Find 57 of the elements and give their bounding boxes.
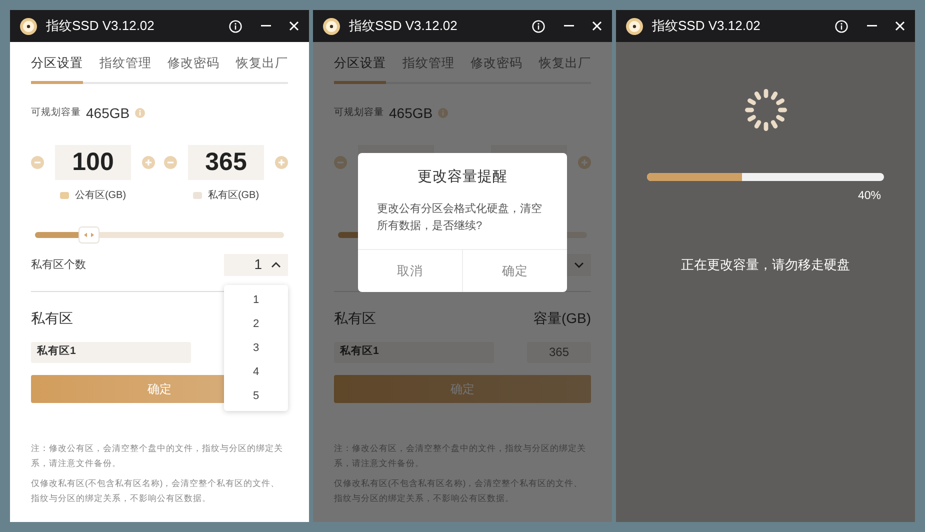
progress-percent: 40% (858, 189, 882, 204)
count-select[interactable]: 1 (224, 254, 288, 276)
info-icon[interactable] (229, 20, 242, 32)
dialog-message: 更改公有分区会格式化硬盘，清空所有数据，是否继续? (376, 202, 543, 234)
legend-label: 私有区(GB) (208, 189, 260, 204)
capacity-label: 可规划容量 (31, 106, 81, 120)
minimize-icon[interactable] (261, 25, 271, 27)
close-icon[interactable] (289, 21, 299, 31)
capacity-heading: 容量(GB) (533, 308, 591, 328)
name-field[interactable]: 私有区1 (334, 342, 494, 363)
dropdown-option[interactable]: 1 (224, 288, 288, 312)
legend-swatch (192, 192, 202, 200)
disc-logo-icon (626, 18, 643, 34)
tab[interactable]: 恢复出厂 (236, 54, 288, 84)
window-title: 指纹SSD V3.12.02 (349, 17, 458, 36)
section-heading: 私有区 (31, 308, 73, 328)
number-field[interactable]: 365 (188, 144, 264, 180)
tab[interactable]: 修改密码 (168, 54, 220, 84)
tab[interactable]: 指纹管理 (99, 54, 152, 84)
minimize-icon[interactable] (867, 25, 877, 27)
window-title: 指纹SSD V3.12.02 (652, 17, 760, 36)
plus-icon[interactable] (578, 156, 591, 169)
capacity-value: 465GB (389, 104, 433, 123)
minimize-icon[interactable] (564, 25, 574, 27)
name-field[interactable]: 私有区1 (31, 342, 191, 363)
dropdown-option[interactable]: 2 (224, 312, 288, 336)
disc-logo-icon (20, 18, 37, 34)
note-text: 注：修改公有区，会清空整个盘中的文件，指纹与分区的绑定关系，请注意文件备份。 (31, 442, 284, 470)
plus-icon[interactable] (142, 156, 155, 169)
count-label: 私有区个数 (31, 258, 86, 272)
minus-icon[interactable] (31, 156, 44, 169)
legend-swatch (60, 192, 69, 200)
section-heading: 私有区 (334, 308, 376, 328)
close-icon[interactable] (895, 21, 905, 31)
slider-track[interactable] (35, 226, 284, 244)
dialog-title: 更改容量提醒 (416, 168, 508, 187)
tab[interactable]: 分区设置 (334, 54, 386, 84)
dialog-button[interactable]: 确定 (462, 250, 567, 292)
disc-logo-icon (323, 18, 340, 34)
status-message: 正在更改容量，请勿移走硬盘 (681, 256, 850, 274)
tab[interactable]: 分区设置 (31, 54, 83, 84)
window-title: 指纹SSD V3.12.02 (46, 17, 154, 36)
dropdown-option[interactable]: 3 (224, 336, 288, 360)
minus-icon[interactable] (164, 156, 177, 169)
note-text: 仅修改私有区(不包含私有区名称)，会清空整个私有区的文件、指纹与分区的绑定关系，不影响公有区数据。 (31, 476, 281, 505)
capacity-field[interactable]: 365 (527, 342, 591, 363)
minus-icon[interactable] (334, 156, 347, 169)
slider-thumb[interactable] (78, 226, 100, 244)
number-field[interactable]: 100 (55, 144, 131, 180)
capacity-label: 可规划容量 (334, 106, 384, 120)
plus-icon[interactable] (275, 156, 288, 169)
capacity-value: 465GB (86, 104, 130, 123)
close-icon[interactable] (592, 21, 602, 31)
dialog-button[interactable]: 取消 (358, 250, 462, 292)
info-icon[interactable] (532, 20, 545, 32)
legend-label: 公有区(GB) (74, 189, 126, 204)
info-icon[interactable] (835, 20, 848, 32)
